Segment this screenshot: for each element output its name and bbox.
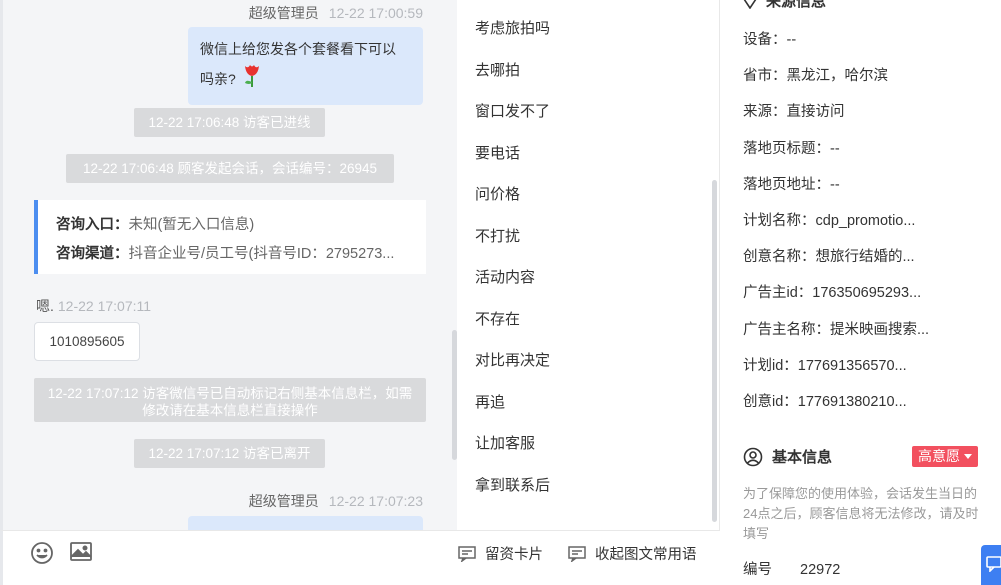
message-card-icon xyxy=(568,545,586,562)
consult-channel-label: 咨询渠道： xyxy=(56,246,129,262)
intent-label: 高意愿 xyxy=(918,448,960,464)
consult-channel-row: 咨询渠道：抖音企业号/员工号(抖音号ID：2795273... xyxy=(56,240,424,269)
system-message: 12-22 17:07:12 访客微信号已自动标记右侧基本信息栏，如需修改请在基… xyxy=(34,378,426,422)
message-time: 12-22 17:00:59 xyxy=(328,5,423,21)
visitor-name: 嗯. xyxy=(36,298,54,314)
message-text: 微信上给您发各个套餐看下可以 xyxy=(200,41,396,57)
visitor-message-bubble: 1010895605 xyxy=(34,322,140,361)
system-message: 12-22 17:06:48 访客已进线 xyxy=(134,108,325,137)
quick-phrase-item[interactable]: 对比再决定 xyxy=(475,349,550,370)
edit-notice: 为了保障您的使用体验，会话发生当日的24点之后，顾客信息将无法修改，请及时填写 xyxy=(743,486,979,541)
agent-message-bubble: 微信上给您发各个套餐看下可以 吗亲? xyxy=(188,27,423,105)
image-icon[interactable] xyxy=(69,541,93,565)
lead-card-button[interactable]: 留资卡片 xyxy=(458,543,543,564)
message-meta: 超级管理员 12-22 17:07:23 xyxy=(249,491,423,511)
message-text: 吗亲? xyxy=(200,71,236,87)
source-info-header: 来源信息 xyxy=(742,0,826,11)
source-info-title: 来源信息 xyxy=(766,0,827,10)
source-info-field: 来源：直接访问 xyxy=(743,104,845,121)
source-info-field: 计划名称：cdp_promotio... xyxy=(743,213,916,229)
basic-info-title: 基本信息 xyxy=(772,449,833,466)
message-time: 12-22 17:07:23 xyxy=(328,493,423,509)
rose-emoji-icon xyxy=(242,62,262,96)
consult-info-card: 咨询入口：未知(暂无入口信息) 咨询渠道：抖音企业号/员工号(抖音号ID：279… xyxy=(34,200,426,274)
message-time: 12-22 17:07:11 xyxy=(57,298,152,314)
float-chat-button[interactable] xyxy=(981,545,1001,585)
quick-phrase-item[interactable]: 问价格 xyxy=(475,183,520,204)
quick-phrase-item[interactable]: 活动内容 xyxy=(475,266,535,287)
message-card-icon xyxy=(458,545,476,562)
user-icon xyxy=(743,447,763,466)
lead-card-label: 留资卡片 xyxy=(485,547,543,563)
customer-info-panel: 来源信息 设备：-- 省市：黑龙江，哈尔滨 来源：直接访问 落地页标题：-- 落地页地址… xyxy=(720,0,1001,585)
source-info-field: 创意名称：想旅行结婚的... xyxy=(743,249,915,266)
input-toolbar: 留资卡片 收起图文常用语 xyxy=(0,530,720,585)
source-info-field: 设备：-- xyxy=(743,32,797,48)
chat-bubble-icon xyxy=(986,556,1001,572)
caret-down-icon xyxy=(964,454,972,459)
basic-info-header: 基本信息 xyxy=(743,446,832,467)
chat-history[interactable]: 超级管理员 12-22 17:00:59 微信上给您发各个套餐看下可以 吗亲? 1… xyxy=(0,0,457,530)
quick-phrase-item[interactable]: 考虑旅拍吗 xyxy=(475,17,550,38)
source-info-field: 省市：黑龙江，哈尔滨 xyxy=(743,68,888,85)
quick-phrase-item[interactable]: 去哪拍 xyxy=(475,59,520,80)
sender-name: 超级管理员 xyxy=(248,5,319,21)
system-message: 12-22 17:06:48 顾客发起会话，会话编号：26945 xyxy=(66,154,394,183)
source-info-field: 计划id：177691356570... xyxy=(743,357,907,374)
visitor-meta: 嗯. 12-22 17:07:11 xyxy=(36,296,151,316)
collapse-phrases-label: 收起图文常用语 xyxy=(595,547,697,563)
message-meta: 超级管理员 12-22 17:00:59 xyxy=(249,3,423,23)
consult-entry-label: 咨询入口： xyxy=(56,217,129,233)
customer-id-row: 编号 22972 xyxy=(743,558,840,579)
system-message: 12-22 17:07:12 访客已离开 xyxy=(134,439,325,468)
consult-entry-row: 咨询入口：未知(暂无入口信息) xyxy=(56,211,424,240)
chat-workspace: 超级管理员 12-22 17:00:59 微信上给您发各个套餐看下可以 吗亲? 1… xyxy=(0,0,1001,585)
quick-phrase-item[interactable]: 窗口发不了 xyxy=(475,100,550,121)
source-info-field: 广告主id：176350695293... xyxy=(743,285,922,302)
source-info-field: 广告主名称：提米映画搜索... xyxy=(743,321,930,338)
sender-name: 超级管理员 xyxy=(248,493,319,509)
source-info-field: 落地页标题：-- xyxy=(743,140,840,157)
quick-phrase-item[interactable]: 让加客服 xyxy=(475,432,535,453)
source-info-field: 落地页地址：-- xyxy=(743,176,840,193)
quick-phrase-item[interactable]: 不存在 xyxy=(475,308,520,329)
intent-dropdown[interactable]: 高意愿 xyxy=(912,446,978,467)
consult-channel-value: 抖音企业号/员工号(抖音号ID：2795273... xyxy=(128,246,395,262)
customer-id-value: 22972 xyxy=(800,562,841,578)
quick-phrase-item[interactable]: 拿到联系后 xyxy=(475,474,550,495)
quick-phrase-item[interactable]: 再追 xyxy=(475,391,505,412)
source-info-field: 创意id：177691380210... xyxy=(743,394,907,410)
consult-entry-value: 未知(暂无入口信息) xyxy=(128,217,255,233)
agent-message-bubble xyxy=(188,516,423,530)
collapse-phrases-button[interactable]: 收起图文常用语 xyxy=(568,543,697,564)
location-icon xyxy=(744,0,756,9)
quick-phrase-item[interactable]: 要电话 xyxy=(475,142,520,163)
phrases-scrollbar[interactable] xyxy=(712,180,717,522)
quick-phrases-panel: 考虑旅拍吗去哪拍窗口发不了要电话问价格不打扰活动内容不存在对比再决定再追让加客服… xyxy=(457,0,720,530)
quick-phrase-item[interactable]: 不打扰 xyxy=(475,225,520,246)
customer-id-label: 编号 xyxy=(743,562,772,578)
emoji-icon[interactable] xyxy=(30,541,54,565)
